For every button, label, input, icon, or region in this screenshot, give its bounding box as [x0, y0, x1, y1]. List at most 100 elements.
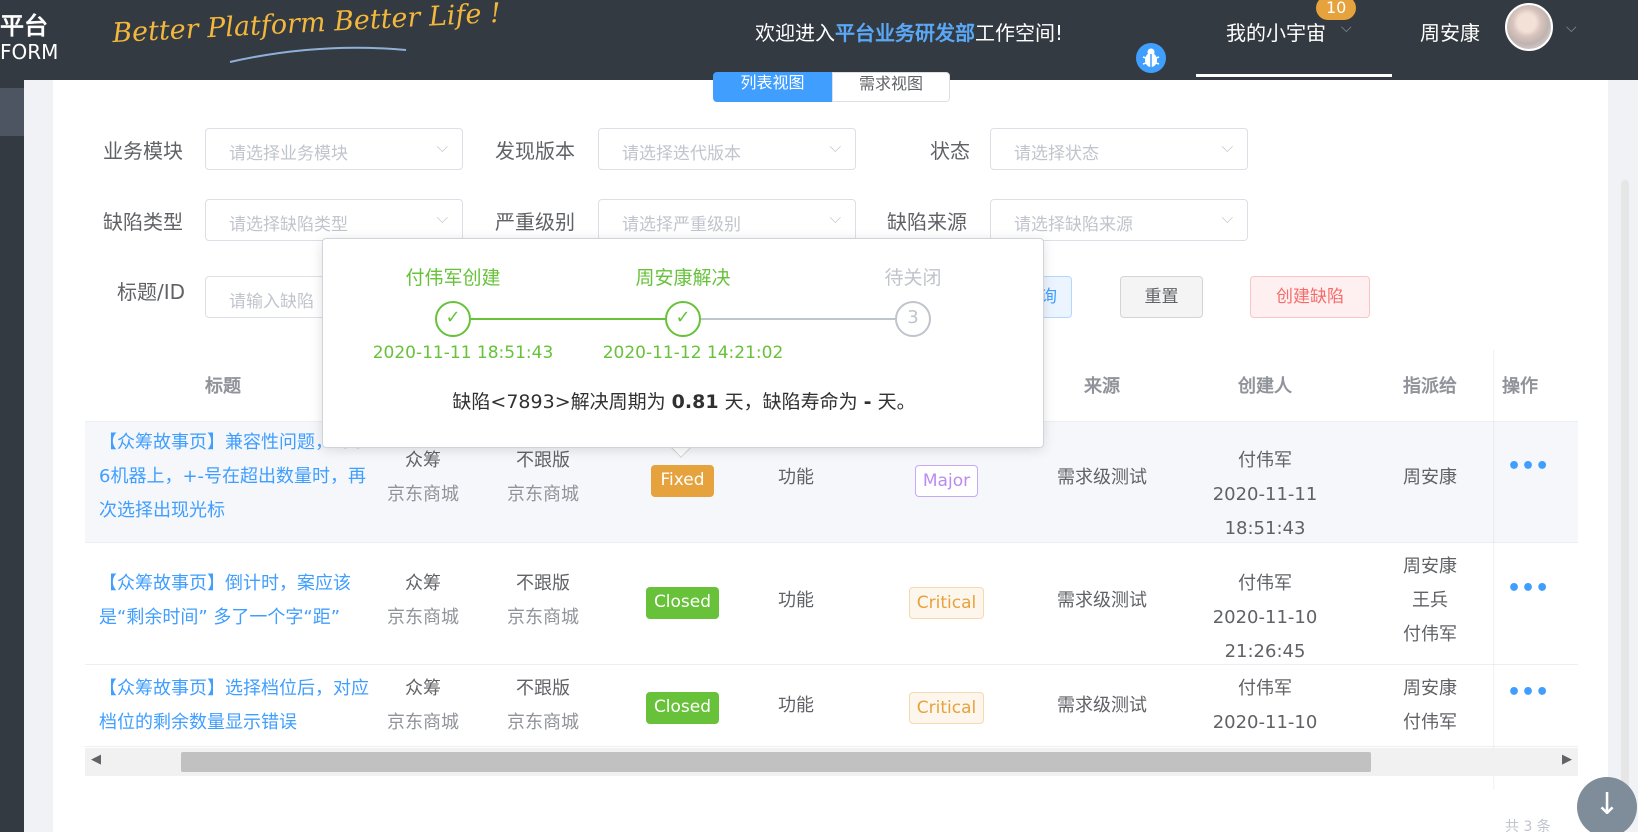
tab-list-view[interactable]: 列表视图	[713, 72, 832, 102]
created-at: 2020-11-11 18:51:43	[1212, 484, 1318, 539]
workspace-name: 平台业务研发部	[835, 21, 975, 45]
type-cell: 功能	[778, 467, 814, 488]
creator-name: 付伟军	[1238, 450, 1292, 471]
assignee-cell: 周安康	[1390, 461, 1470, 495]
summary-suffix: 天。	[871, 391, 916, 413]
type-cell: 功能	[778, 590, 814, 611]
version-placeholder: 请选择迭代版本	[622, 144, 741, 164]
check-icon: ✓	[435, 301, 471, 337]
defect-lifetime: -	[863, 391, 872, 413]
version-select[interactable]: 请选择迭代版本 ⌵	[598, 128, 856, 170]
type-placeholder: 请选择缺陷类型	[229, 215, 348, 235]
title-line: 【众筹故事页】倒计时，案应该	[99, 573, 351, 594]
status-placeholder: 请选择状态	[1014, 144, 1099, 164]
tab-requirement-view[interactable]: 需求视图	[832, 72, 950, 102]
lifecycle-summary: 缺陷<7893>解决周期为 0.81 天，缺陷寿命为 - 天。	[323, 387, 1045, 414]
version-name: 不跟版	[516, 450, 570, 471]
defect-lifecycle-popover: 付伟军创建 ✓ 2020-11-11 18:51:43 周安康解决 ✓ 2020…	[322, 238, 1044, 448]
created-at: 2020-11-10 21:26:45	[1212, 607, 1318, 662]
module-sub: 京东商城	[387, 607, 459, 628]
title-id-label: 标题/ID	[117, 280, 186, 304]
more-icon[interactable]: •••	[1507, 680, 1549, 705]
module-placeholder: 请选择业务模块	[229, 144, 348, 164]
my-universe-menu[interactable]: 我的小宇宙 10 ⌵	[1196, 0, 1392, 80]
source-cell: 需求级测试	[1057, 590, 1147, 611]
scrollbar-thumb[interactable]	[181, 752, 1371, 772]
assignee-name: 付伟军	[1403, 624, 1457, 645]
resolution-cycle: 0.81	[671, 391, 719, 413]
assignee-name: 周安康	[1403, 467, 1457, 488]
welcome-suffix: 工作空间!	[975, 21, 1064, 45]
assignee-name: 周安康	[1403, 678, 1457, 699]
step-number: 3	[895, 301, 931, 337]
status-badge: Fixed	[651, 465, 714, 497]
severity-badge: Critical	[909, 587, 984, 619]
step-time: 2020-11-11 18:51:43	[372, 343, 554, 363]
version-cell: 不跟版 京东商城	[498, 444, 588, 512]
step-title: 付伟军创建	[405, 267, 501, 289]
source-cell: 需求级测试	[1057, 467, 1147, 488]
assignee-cell: 周安康 付伟军	[1390, 672, 1470, 740]
severity-placeholder: 请选择严重级别	[622, 215, 741, 235]
col-title: 标题	[205, 376, 241, 397]
scroll-right-icon[interactable]: ▶	[1562, 752, 1572, 767]
create-defect-button[interactable]: 创建缺陷	[1250, 276, 1370, 318]
reset-button[interactable]: 重置	[1120, 276, 1203, 318]
version-cell: 不跟版 京东商城	[498, 567, 588, 635]
source-label: 缺陷来源	[887, 210, 967, 234]
module-select[interactable]: 请选择业务模块 ⌵	[205, 128, 463, 170]
chevron-down-icon: ⌵	[1341, 20, 1352, 36]
chevron-down-icon: ⌵	[1221, 209, 1233, 227]
top-header: 平台 FORM Better Platform Better Life ! 欢迎…	[0, 0, 1638, 80]
module-label: 业务模块	[103, 139, 183, 163]
arrow-down-icon[interactable]: ↓	[1577, 777, 1637, 832]
defect-title[interactable]: 【众筹故事页】选择档位后，对应 档位的剩余数量显示错误	[99, 672, 369, 740]
assignee-name: 付伟军	[1403, 712, 1457, 733]
user-name[interactable]: 周安康	[1420, 17, 1480, 46]
title-id-placeholder: 请输入缺陷	[229, 292, 314, 312]
type-select[interactable]: 请选择缺陷类型 ⌵	[205, 199, 463, 241]
module-cell: 众筹 京东商城	[378, 672, 468, 740]
chevron-down-icon: ⌵	[829, 209, 841, 227]
more-icon[interactable]: •••	[1507, 454, 1549, 479]
vertical-scrollbar[interactable]	[1621, 180, 1629, 800]
severity-select[interactable]: 请选择严重级别 ⌵	[598, 199, 856, 241]
step-connector	[471, 318, 683, 320]
col-assignee: 指派给	[1403, 376, 1457, 397]
summary-mid: 天，缺陷寿命为	[718, 391, 864, 413]
title-line: 是“剩余时间” 多了一个字“距”	[99, 607, 341, 628]
title-line: 【众筹故事页】选择档位后，对应	[99, 678, 369, 699]
left-sidebar	[0, 80, 24, 832]
module-name: 众筹	[405, 678, 441, 699]
severity-label: 严重级别	[495, 210, 575, 234]
scroll-left-icon[interactable]: ◀	[91, 752, 101, 767]
type-label: 缺陷类型	[103, 210, 183, 234]
status-badge: Closed	[646, 587, 719, 619]
more-icon[interactable]: •••	[1507, 576, 1549, 601]
module-cell: 众筹 京东商城	[378, 567, 468, 635]
severity-badge: Major	[915, 465, 978, 497]
chevron-down-icon: ⌵	[436, 209, 448, 227]
brand-cn: 平台	[0, 12, 48, 40]
source-select[interactable]: 请选择缺陷来源 ⌵	[990, 199, 1248, 241]
horizontal-scrollbar[interactable]: ◀ ▶	[85, 748, 1578, 776]
creator-name: 付伟军	[1238, 573, 1292, 594]
sidebar-item[interactable]	[0, 88, 24, 136]
status-select[interactable]: 请选择状态 ⌵	[990, 128, 1248, 170]
chevron-down-icon[interactable]: ⌵	[1566, 20, 1577, 36]
assignee-cell: 周安康 王兵 付伟军	[1390, 550, 1470, 652]
chevron-down-icon: ⌵	[1221, 138, 1233, 156]
status-label: 状态	[930, 139, 970, 163]
my-universe-label: 我的小宇宙	[1226, 21, 1326, 45]
version-name: 不跟版	[516, 573, 570, 594]
version-sub: 京东商城	[507, 607, 579, 628]
slogan-logo: Better Platform Better Life !	[111, 0, 502, 50]
step-title: 待关闭	[884, 267, 942, 289]
col-source: 来源	[1084, 376, 1120, 397]
module-name: 众筹	[405, 573, 441, 594]
defect-title[interactable]: 【众筹故事页】倒计时，案应该 是“剩余时间” 多了一个字“距”	[99, 567, 351, 635]
assignee-name: 王兵	[1412, 590, 1448, 611]
avatar[interactable]	[1505, 3, 1553, 51]
creator-cell: 付伟军 2020-11-11 18:51:43	[1180, 444, 1350, 546]
bug-icon[interactable]	[1136, 43, 1166, 73]
